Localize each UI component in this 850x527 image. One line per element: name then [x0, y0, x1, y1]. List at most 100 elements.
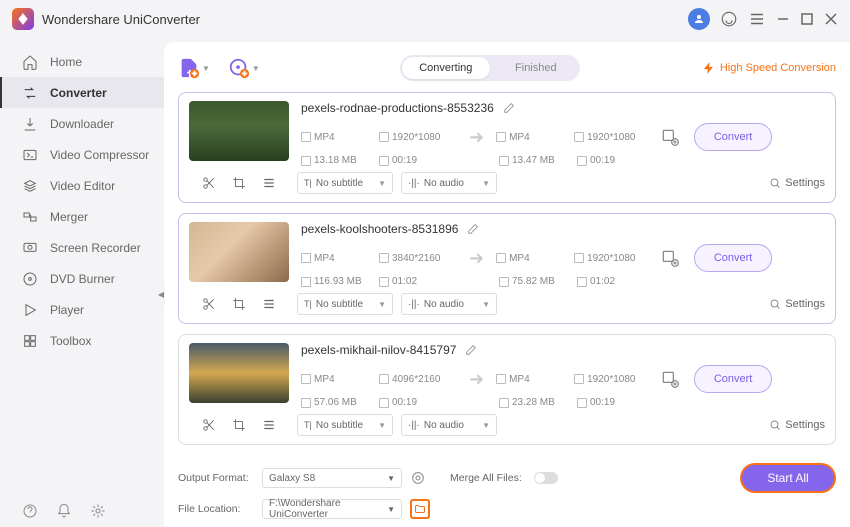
src-format: MP4: [314, 253, 335, 264]
downloader-icon: [22, 116, 38, 132]
src-dur: 00:19: [392, 397, 417, 408]
sidebar-item-label: Merger: [50, 210, 88, 224]
open-folder-button[interactable]: [410, 499, 430, 519]
subtitle-select[interactable]: T|No subtitle▼: [297, 172, 393, 194]
src-size: 116.93 MB: [314, 276, 362, 287]
output-format-select[interactable]: Galaxy S8▼: [262, 468, 402, 488]
more-icon[interactable]: [262, 418, 276, 432]
output-format-label: Output Format:: [178, 472, 254, 484]
convert-button[interactable]: Convert: [694, 123, 772, 151]
sidebar-item-label: Toolbox: [50, 334, 91, 348]
sidebar-item-merger[interactable]: Merger: [0, 201, 164, 232]
home-icon: [22, 54, 38, 70]
sidebar-item-label: Player: [50, 303, 84, 317]
dst-size: 13.47 MB: [512, 155, 555, 166]
maximize-button[interactable]: [800, 12, 814, 26]
thumbnail[interactable]: [189, 101, 289, 161]
src-res: 4096*2160: [392, 374, 440, 385]
thumbnail[interactable]: [189, 343, 289, 403]
recorder-icon: [22, 240, 38, 256]
close-button[interactable]: [824, 12, 838, 26]
notification-icon[interactable]: [56, 503, 72, 519]
edit-name-icon[interactable]: [466, 223, 479, 236]
convert-button[interactable]: Convert: [694, 244, 772, 272]
file-location-label: File Location:: [178, 503, 254, 515]
subtitle-select[interactable]: T|No subtitle▼: [297, 414, 393, 436]
sidebar-item-toolbox[interactable]: Toolbox: [0, 325, 164, 356]
subtitle-select[interactable]: T|No subtitle▼: [297, 293, 393, 315]
sidebar-item-converter[interactable]: Converter: [0, 77, 164, 108]
menu-icon[interactable]: [748, 10, 766, 28]
add-file-button[interactable]: ▼: [178, 57, 210, 79]
trim-icon[interactable]: [202, 418, 216, 432]
file-list: pexels-rodnae-productions-8553236 MP4 19…: [178, 92, 836, 455]
minimize-button[interactable]: [776, 12, 790, 26]
player-icon: [22, 302, 38, 318]
high-speed-link[interactable]: High Speed Conversion: [702, 61, 836, 75]
merge-all-label: Merge All Files:: [450, 472, 526, 484]
file-card: pexels-koolshooters-8531896 MP4 3840*216…: [178, 213, 836, 324]
start-all-button[interactable]: Start All: [740, 463, 836, 493]
crop-icon[interactable]: [232, 297, 246, 311]
src-size: 13.18 MB: [314, 155, 357, 166]
sidebar-collapse[interactable]: ◀: [157, 282, 165, 306]
sidebar-item-label: Converter: [50, 86, 107, 100]
user-avatar[interactable]: [688, 8, 710, 30]
tab-finished[interactable]: Finished: [492, 55, 580, 81]
src-size: 57.06 MB: [314, 397, 357, 408]
audio-select[interactable]: ·||·No audio▼: [401, 172, 497, 194]
settings-link[interactable]: Settings: [769, 419, 825, 431]
tab-converting[interactable]: Converting: [402, 57, 490, 79]
settings-link[interactable]: Settings: [769, 298, 825, 310]
more-icon[interactable]: [262, 176, 276, 190]
dvd-icon: [22, 271, 38, 287]
file-name: pexels-mikhail-nilov-8415797: [301, 343, 456, 357]
settings-link[interactable]: Settings: [769, 177, 825, 189]
audio-select[interactable]: ·||·No audio▼: [401, 293, 497, 315]
file-name: pexels-koolshooters-8531896: [301, 222, 458, 236]
file-location-select[interactable]: F:\Wondershare UniConverter▼: [262, 499, 402, 519]
sidebar-item-compressor[interactable]: Video Compressor: [0, 139, 164, 170]
edit-name-icon[interactable]: [502, 102, 515, 115]
sidebar-item-label: Downloader: [50, 117, 114, 131]
sidebar: Home Converter Downloader Video Compressor V…: [0, 38, 164, 527]
trim-icon[interactable]: [202, 297, 216, 311]
edit-name-icon[interactable]: [464, 344, 477, 357]
add-disc-button[interactable]: ▼: [228, 57, 260, 79]
format-settings-icon[interactable]: [660, 248, 680, 268]
sidebar-item-player[interactable]: Player: [0, 294, 164, 325]
sidebar-item-dvd[interactable]: DVD Burner: [0, 263, 164, 294]
content-area: ▼ ▼ Converting Finished High Speed Conve…: [164, 42, 850, 527]
app-logo: [12, 8, 34, 30]
convert-button[interactable]: Convert: [694, 365, 772, 393]
support-icon[interactable]: [720, 10, 738, 28]
app-title: Wondershare UniConverter: [42, 12, 200, 27]
src-dur: 01:02: [392, 276, 417, 287]
src-res: 3840*2160: [392, 253, 440, 264]
sidebar-item-label: Screen Recorder: [50, 241, 141, 255]
output-settings-icon[interactable]: [410, 470, 426, 486]
dst-format: MP4: [509, 253, 530, 264]
crop-icon[interactable]: [232, 418, 246, 432]
trim-icon[interactable]: [202, 176, 216, 190]
sidebar-item-editor[interactable]: Video Editor: [0, 170, 164, 201]
crop-icon[interactable]: [232, 176, 246, 190]
audio-select[interactable]: ·||·No audio▼: [401, 414, 497, 436]
settings-gear-icon[interactable]: [90, 503, 106, 519]
format-settings-icon[interactable]: [660, 127, 680, 147]
format-settings-icon[interactable]: [660, 369, 680, 389]
sidebar-item-label: DVD Burner: [50, 272, 115, 286]
sidebar-item-label: Video Editor: [50, 179, 115, 193]
help-icon[interactable]: [22, 503, 38, 519]
toolbox-icon: [22, 333, 38, 349]
src-res: 1920*1080: [392, 132, 440, 143]
dst-size: 23.28 MB: [512, 397, 555, 408]
merge-all-toggle[interactable]: [534, 472, 558, 484]
sidebar-item-downloader[interactable]: Downloader: [0, 108, 164, 139]
thumbnail[interactable]: [189, 222, 289, 282]
more-icon[interactable]: [262, 297, 276, 311]
dst-dur: 00:19: [590, 397, 615, 408]
sidebar-item-home[interactable]: Home: [0, 46, 164, 77]
src-dur: 00:19: [392, 155, 417, 166]
sidebar-item-recorder[interactable]: Screen Recorder: [0, 232, 164, 263]
